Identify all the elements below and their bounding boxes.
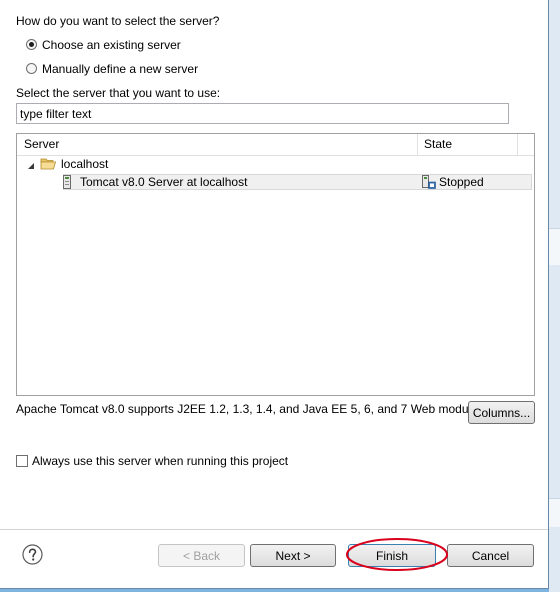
radio-choose-existing[interactable] <box>26 39 37 50</box>
button-bar-divider <box>0 529 548 530</box>
help-icon[interactable] <box>22 544 43 565</box>
annotation-ellipse <box>346 538 448 571</box>
always-use-checkbox[interactable] <box>16 455 28 467</box>
always-use-label[interactable]: Always use this server when running this… <box>32 454 288 468</box>
server-stopped-icon <box>422 175 436 192</box>
table-header: Server State <box>17 134 534 156</box>
server-state: Stopped <box>439 175 484 189</box>
column-header-server[interactable]: Server <box>24 137 59 151</box>
column-header-state[interactable]: State <box>424 137 452 151</box>
radio-manually-define[interactable] <box>26 63 37 74</box>
column-separator[interactable] <box>517 134 518 155</box>
expand-arrow-icon[interactable] <box>27 159 35 173</box>
option-manual-label[interactable]: Manually define a new server <box>42 62 198 76</box>
background-window-panel <box>549 498 560 527</box>
question-label: How do you want to select the server? <box>16 14 220 28</box>
background-window-edge <box>549 0 560 592</box>
folder-icon <box>40 157 57 173</box>
server-icon <box>63 175 71 192</box>
back-button[interactable]: < Back <box>158 544 245 567</box>
columns-button[interactable]: Columns... <box>468 401 535 424</box>
tree-item-localhost[interactable]: localhost <box>61 157 108 171</box>
new-server-dialog: How do you want to select the server? Ch… <box>0 0 549 589</box>
server-name[interactable]: Tomcat v8.0 Server at localhost <box>80 175 247 189</box>
background-window-panel <box>549 228 560 265</box>
server-table: Server State localhost Tomcat v8.0 Serve… <box>16 133 535 396</box>
column-separator[interactable] <box>417 134 418 155</box>
server-description: Apache Tomcat v8.0 supports J2EE 1.2, 1.… <box>16 402 488 416</box>
filter-input[interactable] <box>16 103 509 124</box>
select-server-label: Select the server that you want to use: <box>16 86 221 100</box>
option-existing-label[interactable]: Choose an existing server <box>42 38 181 52</box>
next-button[interactable]: Next > <box>250 544 336 567</box>
cancel-button[interactable]: Cancel <box>447 544 534 567</box>
